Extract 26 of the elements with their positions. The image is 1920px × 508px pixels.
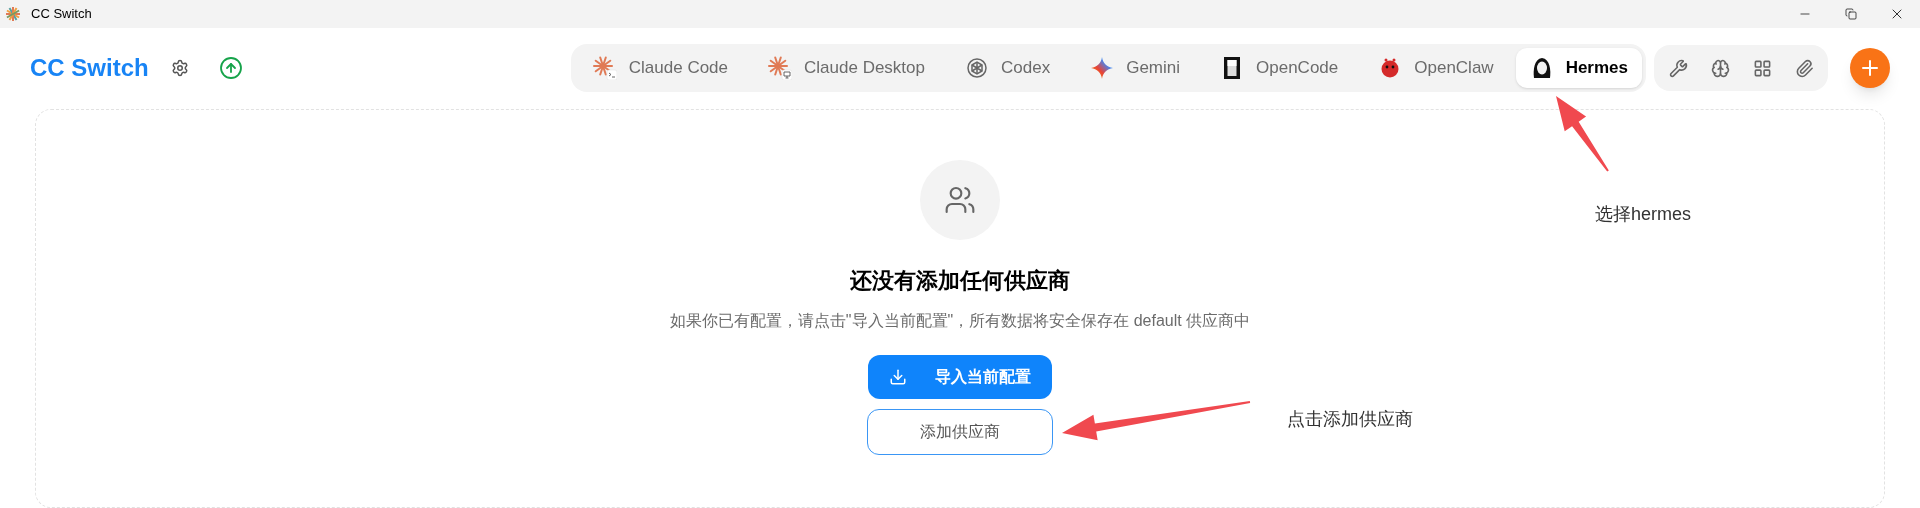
app-tab[interactable]: Claude Code	[574, 48, 747, 88]
restore-icon	[1845, 8, 1857, 20]
app-tab[interactable]: OpenCode	[1202, 48, 1357, 88]
users-icon	[944, 184, 976, 216]
update-button[interactable]	[218, 56, 243, 80]
settings-icon	[170, 59, 189, 77]
add-provider-button[interactable]: 添加供应商	[867, 409, 1053, 455]
app-tab[interactable]: Claude Desktop	[750, 48, 943, 88]
app-logo-icon	[5, 6, 21, 22]
download-icon	[889, 368, 907, 386]
settings-button[interactable]	[170, 59, 189, 77]
knot-icon	[965, 56, 989, 80]
app-tab[interactable]: Gemini	[1072, 48, 1198, 88]
window-title: CC Switch	[31, 5, 92, 24]
app-tab[interactable]: Codex	[947, 48, 1069, 88]
starburst-monitor-icon	[768, 56, 793, 80]
annotation-text: 选择hermes	[1595, 203, 1692, 226]
app-tab[interactable]: OpenClaw	[1360, 48, 1512, 88]
empty-description: 如果你已有配置，请点击"导入当前配置"，所有数据将安全保存在 default 供应商中	[669, 311, 1251, 331]
import-config-button[interactable]: 导入当前配置	[868, 355, 1052, 399]
app-tab[interactable]: Hermes	[1515, 48, 1642, 88]
starburst-terminal-icon	[592, 56, 617, 80]
empty-title: 还没有添加任何供应商	[850, 267, 1070, 295]
add-button[interactable]	[1850, 48, 1890, 88]
app-name: CC Switch	[30, 53, 149, 83]
annotation-text: 点击添加供应商	[1287, 408, 1413, 431]
